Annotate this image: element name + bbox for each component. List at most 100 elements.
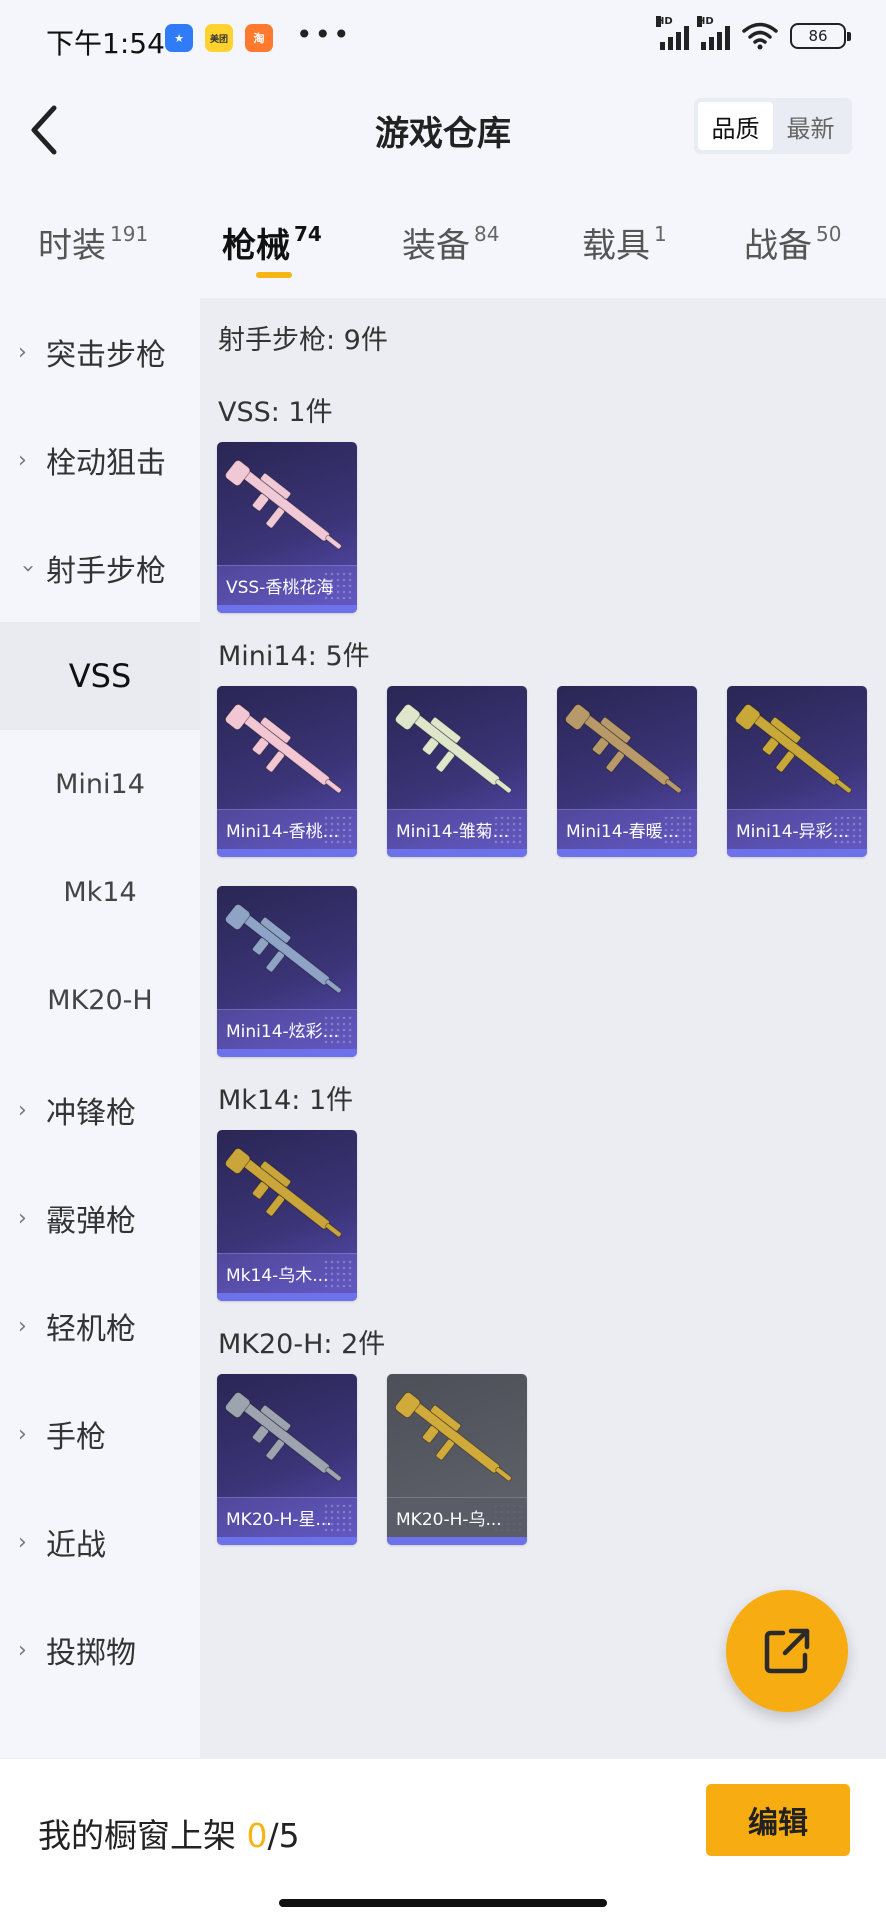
share-icon [764, 1628, 810, 1674]
item-card[interactable]: Mk14-乌木... [217, 1130, 357, 1301]
sidebar-item-lmg[interactable]: › 轻机枪 [0, 1272, 200, 1380]
tab-label: 枪械 [222, 226, 290, 266]
sidebar-item-bolt-sniper[interactable]: › 栓动狙击 [0, 406, 200, 514]
shelf-status: 我的橱窗上架 0/5 [38, 1809, 300, 1857]
signal-icon-2: HD [697, 16, 730, 50]
edit-button[interactable]: 编辑 [706, 1784, 850, 1856]
sidebar-item-label: 近战 [46, 1528, 106, 1563]
item-card[interactable]: Mini14-香桃... [217, 686, 357, 857]
category-tabs: 时装 191 枪械 74 装备 84 载具 1 战备 50 [0, 180, 886, 298]
group-title-vss: VSS: 1件 [218, 397, 333, 428]
chevron-right-icon: › [18, 447, 27, 473]
status-bar: 下午1:54 ★ 美团 淘 ••• HD HD 86 [0, 0, 886, 80]
rarity-bar [217, 1049, 357, 1057]
sort-toggle: 品质 最新 [694, 98, 852, 154]
signal-icon: HD [656, 16, 689, 50]
item-name: Mini14-异彩... [727, 809, 867, 849]
meituan-notification-icon: 美团 [205, 24, 233, 52]
sort-latest-button[interactable]: 最新 [773, 102, 848, 150]
chevron-right-icon: › [18, 339, 27, 365]
tab-firearms[interactable]: 枪械 74 [222, 218, 322, 267]
sidebar-item-label: 栓动狙击 [46, 446, 166, 481]
more-notifications-icon: ••• [296, 18, 352, 51]
item-name: Mini14-雏菊... [387, 809, 527, 849]
sidebar-item-label: 手枪 [46, 1420, 106, 1455]
item-name: VSS-香桃花海 [217, 565, 357, 605]
item-name: MK20-H-乌... [387, 1497, 527, 1537]
sidebar-item-melee[interactable]: › 近战 [0, 1488, 200, 1596]
tab-vehicles[interactable]: 载具 1 [582, 218, 667, 267]
sidebar: › 突击步枪 › 栓动狙击 › 射手步枪 VSS Mini14 Mk14 MK20-H… [0, 298, 200, 1758]
rarity-bar [217, 1293, 357, 1301]
item-card[interactable]: Mini14-春暖... [557, 686, 697, 857]
group-title-mk20h: MK20-H: 2件 [218, 1329, 386, 1360]
sidebar-sub-vss[interactable]: VSS [0, 622, 200, 730]
tab-label: 装备 [402, 226, 470, 266]
item-card[interactable]: Mini14-异彩... [727, 686, 867, 857]
rarity-bar [217, 849, 357, 857]
rarity-bar [557, 849, 697, 857]
wifi-icon [742, 22, 778, 50]
chevron-right-icon: › [18, 1313, 27, 1339]
rifle-icon [394, 1391, 512, 1482]
item-name: Mk14-乌木... [217, 1253, 357, 1293]
status-indicators: HD HD 86 [656, 16, 851, 50]
item-card[interactable]: Mini14-雏菊... [387, 686, 527, 857]
sidebar-item-pistol[interactable]: › 手枪 [0, 1380, 200, 1488]
tab-equipment[interactable]: 装备 84 [402, 218, 499, 267]
hd-label: HD [656, 16, 673, 27]
tab-count: 74 [294, 222, 322, 246]
sort-quality-button[interactable]: 品质 [698, 102, 773, 150]
sidebar-item-label: 霰弹枪 [46, 1204, 136, 1239]
tab-label: 时装 [38, 226, 106, 266]
taobao-notification-icon: 淘 [245, 24, 273, 52]
status-time: 下午1:54 [46, 27, 165, 60]
sidebar-item-assault-rifle[interactable]: › 突击步枪 [0, 298, 200, 406]
rifle-icon [224, 1147, 342, 1238]
group-title-mk14: Mk14: 1件 [218, 1085, 354, 1116]
tab-label: 载具 [582, 226, 650, 266]
rifle-icon [734, 703, 852, 794]
tab-label: 战备 [744, 226, 812, 266]
tab-count: 84 [474, 222, 500, 246]
sidebar-sub-mk14[interactable]: Mk14 [0, 838, 200, 946]
sidebar-item-label: 射手步枪 [46, 554, 166, 589]
home-indicator[interactable] [279, 1899, 607, 1907]
header: 游戏仓库 品质 最新 [0, 80, 886, 180]
item-name: MK20-H-星... [217, 1497, 357, 1537]
sidebar-item-shotgun[interactable]: › 霰弹枪 [0, 1164, 200, 1272]
sidebar-item-label: 轻机枪 [46, 1312, 136, 1347]
sidebar-item-label: 突击步枪 [46, 338, 166, 373]
shelf-label: 我的橱窗上架 [38, 1816, 247, 1855]
battery-icon: 86 [790, 23, 851, 49]
item-card[interactable]: MK20-H-乌... [387, 1374, 527, 1545]
item-card[interactable]: VSS-香桃花海 [217, 442, 357, 613]
hd-label-2: HD [697, 16, 714, 27]
tab-count: 50 [816, 222, 842, 246]
sidebar-item-throwables[interactable]: › 投掷物 [0, 1596, 200, 1704]
shelf-current-count: 0 [246, 1816, 268, 1855]
rifle-icon [224, 703, 342, 794]
chevron-down-icon: › [15, 563, 41, 573]
chevron-right-icon: › [18, 1421, 27, 1447]
rifle-icon [394, 703, 512, 794]
tab-supplies[interactable]: 战备 50 [744, 218, 841, 267]
shelf-total: /5 [267, 1816, 300, 1855]
sidebar-item-marksman-rifle[interactable]: › 射手步枪 [0, 514, 200, 622]
sidebar-sub-mk20h[interactable]: MK20-H [0, 946, 200, 1054]
sidebar-sub-mini14[interactable]: Mini14 [0, 730, 200, 838]
rifle-icon [224, 459, 342, 550]
sidebar-item-label: 投掷物 [46, 1636, 136, 1671]
rarity-bar [727, 849, 867, 857]
item-card[interactable]: Mini14-炫彩... [217, 886, 357, 1057]
bottom-bar: 我的橱窗上架 0/5 编辑 [0, 1758, 886, 1920]
tab-fashion[interactable]: 时装 191 [38, 218, 148, 267]
item-card[interactable]: MK20-H-星... [217, 1374, 357, 1545]
chevron-right-icon: › [18, 1205, 27, 1231]
rarity-bar [217, 1537, 357, 1545]
tab-count: 1 [654, 222, 667, 246]
sidebar-item-smg[interactable]: › 冲锋枪 [0, 1056, 200, 1164]
rarity-bar [387, 849, 527, 857]
share-button[interactable] [726, 1590, 848, 1712]
chevron-right-icon: › [18, 1097, 27, 1123]
